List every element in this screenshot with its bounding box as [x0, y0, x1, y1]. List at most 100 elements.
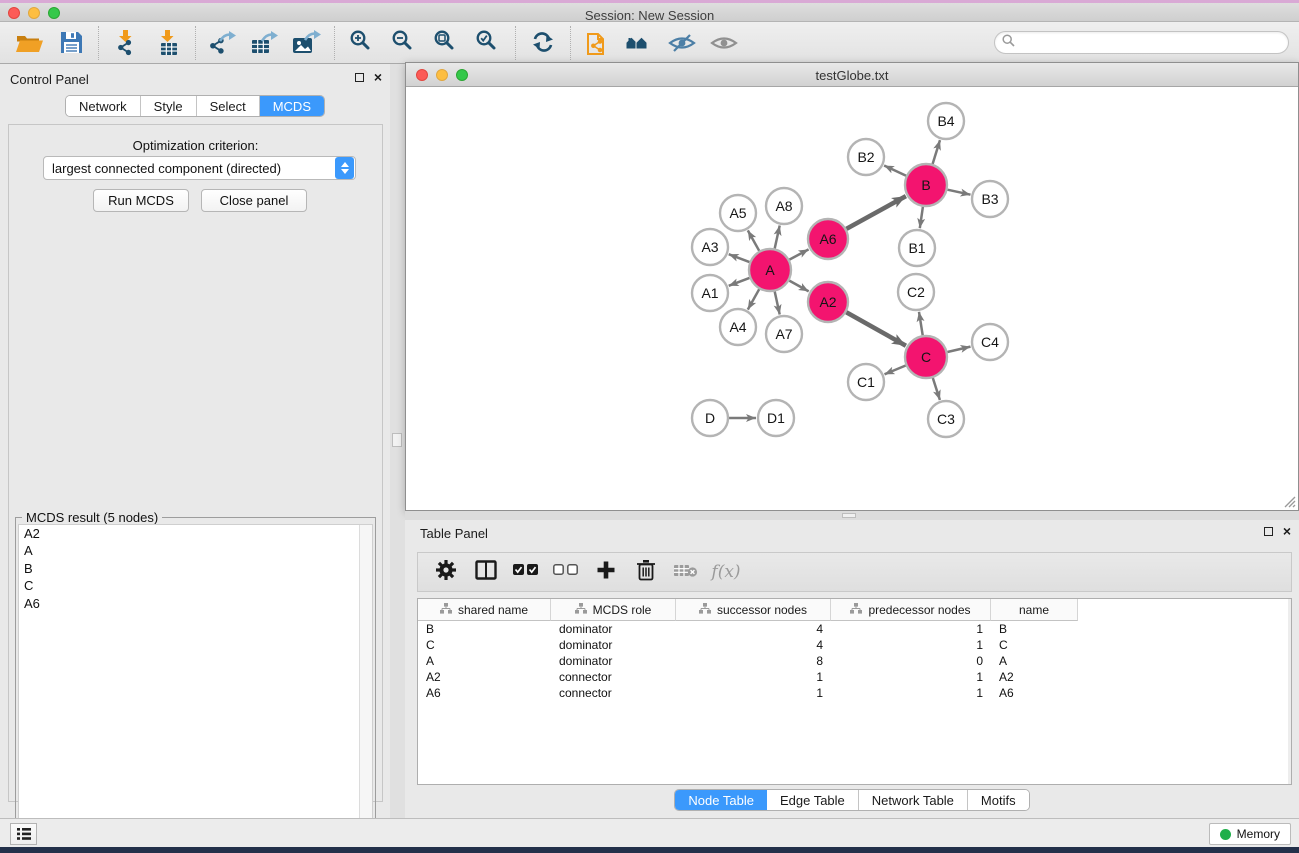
node-A6[interactable]: A6 — [808, 219, 848, 259]
edge-A-A5[interactable] — [748, 230, 759, 250]
export-table-button[interactable] — [244, 24, 286, 62]
panel-divider-vertical[interactable] — [390, 64, 405, 818]
table-row[interactable]: Bdominator41B — [418, 621, 1291, 637]
table-cell[interactable]: dominator — [551, 637, 676, 653]
node-A[interactable]: A — [749, 249, 791, 291]
table-row[interactable]: A6connector11A6 — [418, 685, 1291, 701]
node-B[interactable]: B — [905, 164, 947, 206]
export-network-button[interactable] — [202, 24, 244, 62]
node-A2[interactable]: A2 — [808, 282, 848, 322]
edge-B-B2[interactable] — [884, 166, 906, 176]
panel-divider-horizontal[interactable] — [405, 511, 1299, 520]
mcds-result-list[interactable]: A2ABCA6 — [18, 524, 373, 852]
first-neighbors-button[interactable] — [619, 24, 661, 62]
node-A8[interactable]: A8 — [766, 188, 802, 224]
table-cell[interactable]: dominator — [551, 653, 676, 669]
node-C[interactable]: C — [905, 336, 947, 378]
table-cell[interactable]: connector — [551, 685, 676, 701]
edge-A-A3[interactable] — [729, 254, 750, 262]
memory-button[interactable]: Memory — [1209, 823, 1291, 845]
node-C1[interactable]: C1 — [848, 364, 884, 400]
node-A5[interactable]: A5 — [720, 195, 756, 231]
delete-column-button[interactable] — [628, 555, 664, 589]
tab-network[interactable]: Network — [66, 96, 141, 116]
table-cell[interactable]: 1 — [831, 669, 991, 685]
node-C2[interactable]: C2 — [898, 274, 934, 310]
mcds-result-item[interactable]: A6 — [19, 595, 372, 613]
column-header-predecessor-nodes[interactable]: predecessor nodes — [831, 599, 991, 621]
tab-motifs[interactable]: Motifs — [968, 790, 1029, 810]
network-canvas[interactable]: AA1A3A5A8A6A2A4A7BB1B2B3B4CC1C2C3C4DD1 — [407, 88, 1298, 510]
column-header-shared-name[interactable]: shared name — [418, 599, 551, 621]
deselect-all-button[interactable] — [548, 555, 584, 589]
node-A1[interactable]: A1 — [692, 275, 728, 311]
edge-A-A8[interactable] — [775, 226, 780, 249]
zoom-out-button[interactable] — [383, 24, 425, 62]
import-network-button[interactable] — [105, 24, 147, 62]
close-panel-icon[interactable]: × — [374, 73, 382, 82]
table-cell[interactable]: 1 — [676, 685, 831, 701]
import-table-button[interactable] — [147, 24, 189, 62]
column-selector-button[interactable] — [468, 555, 504, 589]
table-cell[interactable]: dominator — [551, 621, 676, 637]
divider-grip-horizontal[interactable] — [842, 513, 856, 518]
tab-mcds[interactable]: MCDS — [260, 96, 324, 116]
save-button[interactable] — [50, 24, 92, 62]
node-D[interactable]: D — [692, 400, 728, 436]
table-cell[interactable]: A6 — [418, 685, 551, 701]
mcds-result-item[interactable]: A — [19, 543, 372, 561]
table-cell[interactable]: 1 — [831, 637, 991, 653]
edge-B-B4[interactable] — [933, 140, 940, 164]
hide-details-button[interactable] — [661, 24, 703, 62]
edge-B-B3[interactable] — [948, 190, 971, 195]
table-row[interactable]: Adominator80A — [418, 653, 1291, 669]
zoom-fit-button[interactable] — [425, 24, 467, 62]
table-row[interactable]: Cdominator41C — [418, 637, 1291, 653]
table-cell[interactable]: 4 — [676, 637, 831, 653]
refresh-button[interactable] — [522, 24, 564, 62]
export-image-button[interactable] — [286, 24, 328, 62]
table-cell[interactable]: A — [418, 653, 551, 669]
mcds-list-scrollbar[interactable] — [359, 525, 372, 851]
tab-node-table[interactable]: Node Table — [675, 790, 767, 810]
function-builder-button[interactable]: f(x) — [708, 555, 744, 589]
table-cell[interactable]: 1 — [676, 669, 831, 685]
node-table[interactable]: shared nameMCDS rolesuccessor nodesprede… — [417, 598, 1292, 785]
criterion-dropdown[interactable]: largest connected component (directed) — [43, 156, 356, 180]
node-A7[interactable]: A7 — [766, 316, 802, 352]
run-mcds-button[interactable]: Run MCDS — [93, 189, 189, 212]
float-panel-icon[interactable] — [355, 73, 364, 82]
node-C3[interactable]: C3 — [928, 401, 964, 437]
node-A4[interactable]: A4 — [720, 309, 756, 345]
table-cell[interactable]: 1 — [831, 685, 991, 701]
node-B3[interactable]: B3 — [972, 181, 1008, 217]
task-history-button[interactable] — [10, 823, 37, 845]
zoom-selected-button[interactable] — [467, 24, 509, 62]
resize-grip-icon[interactable] — [1282, 494, 1296, 508]
search-box[interactable] — [994, 31, 1289, 54]
edge-C-C1[interactable] — [885, 366, 906, 375]
node-D1[interactable]: D1 — [758, 400, 794, 436]
table-cell[interactable]: A2 — [991, 669, 1078, 685]
node-C4[interactable]: C4 — [972, 324, 1008, 360]
float-table-panel-icon[interactable] — [1264, 527, 1273, 536]
table-cell[interactable]: A6 — [991, 685, 1078, 701]
table-cell[interactable]: C — [991, 637, 1078, 653]
edge-C-C2[interactable] — [919, 312, 923, 336]
table-row[interactable]: A2connector11A2 — [418, 669, 1291, 685]
column-header-name[interactable]: name — [991, 599, 1078, 621]
table-cell[interactable]: B — [991, 621, 1078, 637]
show-details-button[interactable] — [703, 24, 745, 62]
column-header-successor-nodes[interactable]: successor nodes — [676, 599, 831, 621]
delete-table-button[interactable] — [668, 555, 704, 589]
gear-button[interactable] — [428, 555, 464, 589]
table-cell[interactable]: A — [991, 653, 1078, 669]
edge-A-A7[interactable] — [775, 292, 780, 315]
table-cell[interactable]: B — [418, 621, 551, 637]
edge-A-A4[interactable] — [748, 289, 759, 309]
node-B1[interactable]: B1 — [899, 230, 935, 266]
zoom-in-button[interactable] — [341, 24, 383, 62]
search-input[interactable] — [1015, 35, 1288, 51]
tab-style[interactable]: Style — [141, 96, 197, 116]
edge-A6-B[interactable] — [846, 196, 906, 229]
